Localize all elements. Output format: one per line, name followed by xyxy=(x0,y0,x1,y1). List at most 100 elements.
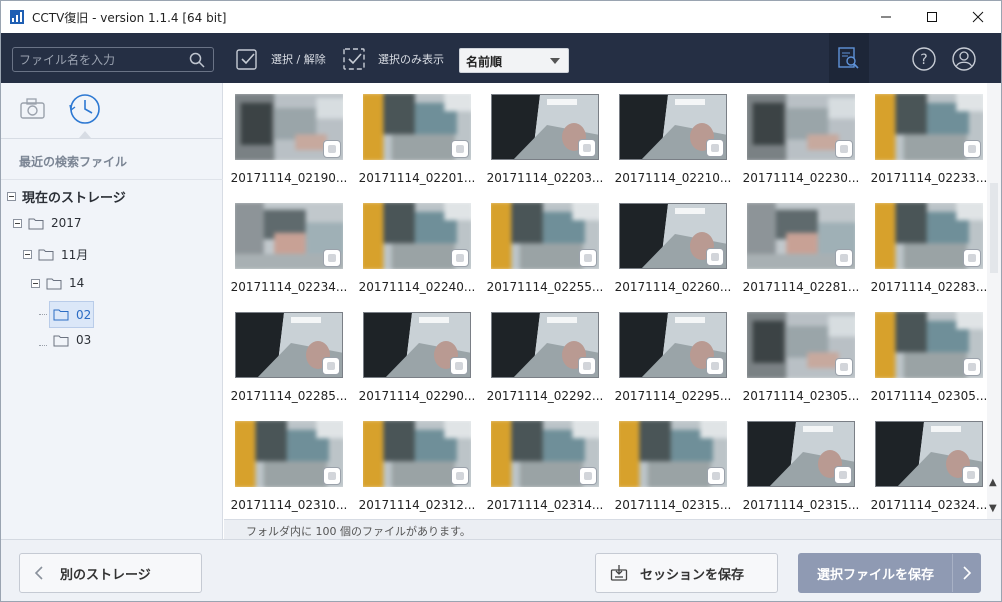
select-checkbox[interactable] xyxy=(835,249,853,267)
select-checkbox[interactable] xyxy=(963,249,981,267)
tree-item-2017[interactable]: 2017 xyxy=(13,216,82,230)
file-thumbnail-item[interactable]: 20171114_02314... xyxy=(484,411,606,515)
select-toggle-button[interactable]: 選択 / 解除 xyxy=(235,44,326,74)
thumbnail-image[interactable] xyxy=(875,203,983,269)
file-thumbnail-item[interactable]: 20171114_02324... xyxy=(868,411,987,515)
select-checkbox[interactable] xyxy=(835,358,853,376)
file-thumbnail-item[interactable]: 20171114_02234... xyxy=(228,193,350,297)
select-checkbox[interactable] xyxy=(963,358,981,376)
thumbnail-image[interactable] xyxy=(363,94,471,160)
select-checkbox[interactable] xyxy=(706,357,724,375)
select-checkbox[interactable] xyxy=(451,249,469,267)
select-checkbox[interactable] xyxy=(578,139,596,157)
file-thumbnail-item[interactable]: 20171114_02292... xyxy=(484,302,606,406)
tree-item-current-storage[interactable]: 現在のストレージ xyxy=(7,187,126,206)
search-box[interactable] xyxy=(12,47,214,72)
select-checkbox[interactable] xyxy=(579,467,597,485)
file-thumbnail-item[interactable]: 20171114_02312... xyxy=(356,411,478,515)
collapse-icon[interactable] xyxy=(31,278,40,288)
thumbnail-image[interactable] xyxy=(747,94,855,160)
tab-recent-files[interactable] xyxy=(67,91,103,138)
thumbnail-image[interactable] xyxy=(235,94,343,160)
scroll-up-icon[interactable]: ▲ xyxy=(989,477,997,488)
select-checkbox[interactable] xyxy=(706,139,724,157)
select-checkbox[interactable] xyxy=(834,466,852,484)
close-button[interactable] xyxy=(955,1,1001,33)
select-checkbox[interactable] xyxy=(963,140,981,158)
thumbnail-image[interactable] xyxy=(747,312,855,378)
select-checkbox[interactable] xyxy=(835,140,853,158)
select-checkbox[interactable] xyxy=(450,357,468,375)
tree-item-02-selected[interactable]: 02 xyxy=(49,301,94,328)
thumbnail-image[interactable] xyxy=(235,203,343,269)
thumbnail-image[interactable] xyxy=(619,203,727,269)
collapse-icon[interactable] xyxy=(23,250,32,259)
sort-dropdown[interactable]: 名前順 xyxy=(459,48,569,73)
save-selected-files-button[interactable]: 選択ファイルを保存 xyxy=(798,553,981,593)
minimize-button[interactable] xyxy=(863,1,909,33)
thumbnail-image[interactable] xyxy=(235,312,343,378)
thumbnail-image[interactable] xyxy=(363,312,471,378)
file-thumbnail-item[interactable]: 20171114_02310... xyxy=(228,411,350,515)
file-thumbnail-item[interactable]: 20171114_02281... xyxy=(740,193,862,297)
thumbnail-image[interactable] xyxy=(491,312,599,378)
file-thumbnail-item[interactable]: 20171114_02240... xyxy=(356,193,478,297)
other-storage-button[interactable]: 別のストレージ xyxy=(19,553,202,593)
collapse-icon[interactable] xyxy=(7,192,16,201)
show-selected-button[interactable]: 選択のみ表示 xyxy=(342,44,444,74)
tree-item-11month[interactable]: 11月 xyxy=(23,246,88,263)
file-thumbnail-item[interactable]: 20171114_02233... xyxy=(868,84,987,188)
maximize-button[interactable] xyxy=(909,1,955,33)
select-checkbox[interactable] xyxy=(578,357,596,375)
select-checkbox[interactable] xyxy=(962,466,980,484)
thumbnail-image[interactable] xyxy=(363,421,471,487)
thumbnail-image[interactable] xyxy=(619,312,727,378)
file-thumbnail-item[interactable]: 20171114_02260... xyxy=(612,193,734,297)
select-checkbox[interactable] xyxy=(451,467,469,485)
preview-search-button[interactable] xyxy=(829,33,869,83)
select-checkbox[interactable] xyxy=(706,248,724,266)
file-thumbnail-item[interactable]: 20171114_02201... xyxy=(356,84,478,188)
file-thumbnail-item[interactable]: 20171114_02305... xyxy=(740,302,862,406)
file-thumbnail-item[interactable]: 20171114_02295... xyxy=(612,302,734,406)
thumbnail-image[interactable] xyxy=(491,203,599,269)
select-checkbox[interactable] xyxy=(579,249,597,267)
scrollbar-thumb[interactable] xyxy=(990,183,998,273)
file-thumbnail-item[interactable]: 20171114_02190... xyxy=(228,84,350,188)
save-session-button[interactable]: セッションを保存 xyxy=(595,553,778,593)
file-thumbnail-item[interactable]: 20171114_02285... xyxy=(228,302,350,406)
vertical-scrollbar[interactable]: ▲ ▼ xyxy=(987,83,1001,519)
file-thumbnail-item[interactable]: 20171114_02305... xyxy=(868,302,987,406)
file-thumbnail-item[interactable]: 20171114_02315... xyxy=(740,411,862,515)
select-checkbox[interactable] xyxy=(323,140,341,158)
file-thumbnail-item[interactable]: 20171114_02230... xyxy=(740,84,862,188)
file-thumbnail-item[interactable]: 20171114_02255... xyxy=(484,193,606,297)
file-thumbnail-item[interactable]: 20171114_02315... xyxy=(612,411,734,515)
thumbnail-image[interactable] xyxy=(747,421,855,487)
tree-item-03[interactable]: 03 xyxy=(49,333,91,347)
select-checkbox[interactable] xyxy=(323,249,341,267)
thumbnail-image[interactable] xyxy=(747,203,855,269)
tree-item-14[interactable]: 14 xyxy=(31,276,84,290)
file-thumbnail-item[interactable]: 20171114_02203... xyxy=(484,84,606,188)
select-checkbox[interactable] xyxy=(451,140,469,158)
thumbnail-image[interactable] xyxy=(491,421,599,487)
thumbnail-image[interactable] xyxy=(875,94,983,160)
help-icon[interactable]: ? xyxy=(911,46,937,72)
thumbnail-image[interactable] xyxy=(875,312,983,378)
select-checkbox[interactable] xyxy=(323,467,341,485)
file-thumbnail-item[interactable]: 20171114_02283... xyxy=(868,193,987,297)
file-thumbnail-item[interactable]: 20171114_02210... xyxy=(612,84,734,188)
recent-files-heading[interactable]: 最近の検索ファイル xyxy=(19,153,127,170)
thumbnail-image[interactable] xyxy=(491,94,599,160)
thumbnail-image[interactable] xyxy=(875,421,983,487)
thumbnail-image[interactable] xyxy=(235,421,343,487)
search-icon[interactable] xyxy=(189,52,205,68)
account-icon[interactable] xyxy=(951,46,977,72)
thumbnail-image[interactable] xyxy=(363,203,471,269)
camera-icon[interactable] xyxy=(19,97,47,121)
thumbnail-image[interactable] xyxy=(619,94,727,160)
thumbnail-image[interactable] xyxy=(619,421,727,487)
scroll-down-icon[interactable]: ▼ xyxy=(989,503,997,514)
collapse-icon[interactable] xyxy=(13,218,22,228)
